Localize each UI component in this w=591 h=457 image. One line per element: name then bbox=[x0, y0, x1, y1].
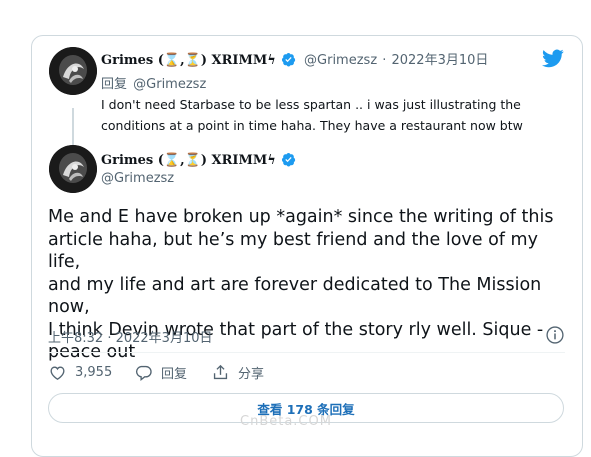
reply-tweet-text: I don't need Starbase to be less spartan… bbox=[101, 94, 571, 136]
tweet-date[interactable]: 2022年3月10日 bbox=[391, 53, 488, 68]
handle[interactable]: @Grimezsz bbox=[101, 171, 174, 186]
avatar[interactable] bbox=[49, 145, 97, 193]
main-tweet-header: Grimes (⌛,⏳) XRIMMϟ bbox=[101, 149, 296, 168]
share-button[interactable]: 分享 bbox=[211, 363, 264, 382]
reply-label: 回复 bbox=[161, 367, 188, 382]
verified-badge-icon bbox=[281, 52, 296, 67]
share-icon bbox=[213, 364, 228, 380]
reply-button[interactable]: 回复 bbox=[134, 363, 187, 382]
display-name[interactable]: Grimes (⌛,⏳) XRIMMϟ bbox=[101, 53, 276, 68]
reply-label: 回复 bbox=[101, 77, 128, 92]
avatar-image bbox=[49, 47, 97, 95]
reply-to-handle[interactable]: @Grimezsz bbox=[133, 77, 206, 92]
tweet-embed-card: Grimes (⌛,⏳) XRIMMϟ @Grimezsz · 2022年3月1… bbox=[31, 35, 583, 457]
info-icon[interactable] bbox=[545, 325, 565, 349]
avatar[interactable] bbox=[49, 47, 97, 95]
share-label: 分享 bbox=[238, 367, 265, 382]
tweet-text-line: and my life and art are forever dedicate… bbox=[48, 274, 542, 318]
like-button[interactable]: 3,955 bbox=[48, 363, 112, 382]
heart-icon bbox=[50, 366, 65, 381]
avatar-image bbox=[49, 145, 97, 193]
separator-dot: · bbox=[382, 53, 387, 68]
reply-text-line: conditions at a point in time haha. They… bbox=[101, 118, 523, 133]
display-name[interactable]: Grimes (⌛,⏳) XRIMMϟ bbox=[101, 153, 276, 168]
reply-text-line: I don't need Starbase to be less spartan… bbox=[101, 97, 521, 112]
tweet-text-line: Me and E have broken up *again* since th… bbox=[48, 207, 554, 227]
tweet-timestamp[interactable]: 上午8:32 · 2022年3月10日 bbox=[48, 327, 213, 346]
handle[interactable]: @Grimezsz bbox=[304, 53, 377, 68]
verified-badge-icon bbox=[281, 152, 296, 167]
reply-context: 回复 @Grimezsz bbox=[101, 73, 206, 92]
watermark: CnBeta.COM bbox=[240, 414, 332, 429]
like-count: 3,955 bbox=[75, 365, 113, 380]
twitter-bird-icon[interactable] bbox=[542, 49, 564, 72]
tweet-text-line: article haha, but he’s my best friend an… bbox=[48, 229, 538, 273]
reply-tweet-header: Grimes (⌛,⏳) XRIMMϟ @Grimezsz · 2022年3月1… bbox=[101, 49, 488, 68]
speech-bubble-icon bbox=[135, 365, 152, 382]
divider bbox=[49, 352, 565, 353]
